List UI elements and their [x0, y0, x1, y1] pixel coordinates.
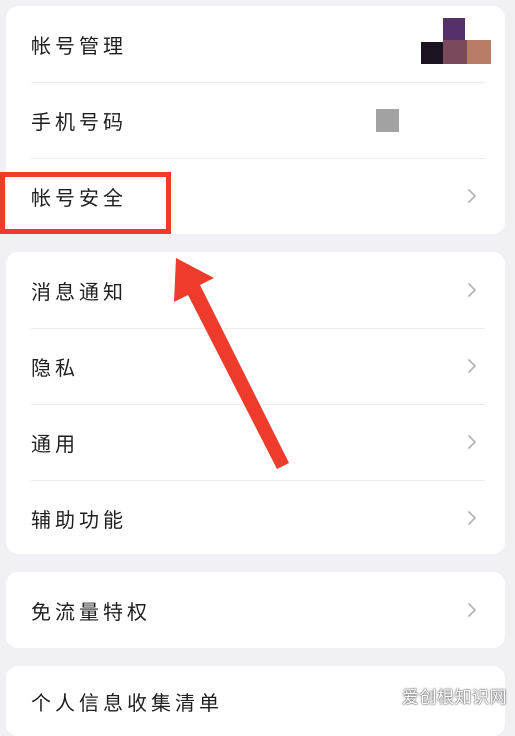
highlight-box — [0, 172, 171, 234]
general-label: 通用 — [31, 431, 79, 456]
chevron-right-icon — [468, 435, 476, 449]
phone-number-item[interactable]: 手机号码 — [6, 82, 505, 158]
accessibility-item[interactable]: 辅助功能 — [6, 480, 505, 554]
watermark: 爱创根知识网 — [402, 688, 507, 708]
phone-number-masked — [376, 109, 399, 132]
chevron-right-icon — [468, 189, 476, 203]
privacy-label: 隐私 — [31, 355, 79, 380]
free-data-privilege-item[interactable]: 免流量特权 — [6, 572, 505, 648]
account-management-label: 帐号管理 — [31, 33, 127, 58]
message-notification-item[interactable]: 消息通知 — [6, 252, 505, 328]
data-privilege-card: 免流量特权 — [6, 572, 505, 648]
chevron-right-icon — [468, 603, 476, 617]
accessibility-label: 辅助功能 — [31, 507, 127, 532]
message-notification-label: 消息通知 — [31, 279, 127, 304]
free-data-privilege-label: 免流量特权 — [31, 599, 151, 624]
privacy-item[interactable]: 隐私 — [6, 328, 505, 404]
chevron-right-icon — [468, 359, 476, 373]
account-management-item[interactable]: 帐号管理 — [6, 6, 505, 82]
settings-card: 消息通知 隐私 通用 辅助功能 — [6, 252, 505, 554]
chevron-right-icon — [468, 511, 476, 525]
personal-info-collection-label: 个人信息收集清单 — [31, 690, 223, 715]
phone-number-label: 手机号码 — [31, 109, 127, 134]
general-item[interactable]: 通用 — [6, 404, 505, 480]
chevron-right-icon — [468, 283, 476, 297]
avatar — [421, 18, 491, 64]
